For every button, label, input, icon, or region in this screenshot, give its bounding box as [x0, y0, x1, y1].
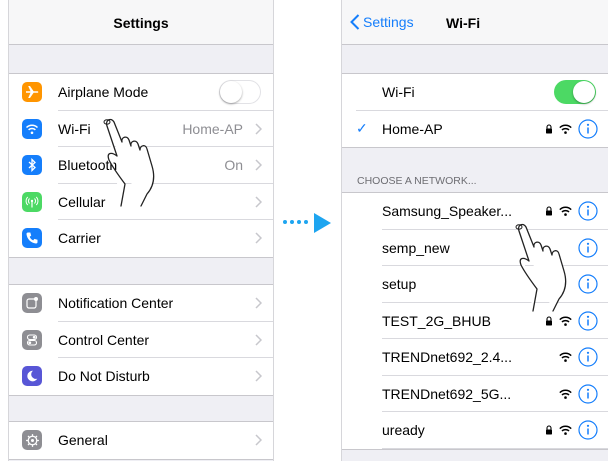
wifi-signal-icon [559, 124, 572, 134]
settings-group-general: General [9, 421, 273, 460]
info-button-icon[interactable] [578, 347, 598, 367]
chevron-right-icon [255, 334, 262, 346]
flow-arrow-dots [283, 220, 311, 224]
do-not-disturb-label: Do Not Disturb [58, 368, 150, 385]
chevron-left-icon [350, 14, 360, 30]
wifi-signal-icon [559, 316, 572, 326]
chevron-right-icon [255, 232, 262, 244]
bluetooth-label: Bluetooth [58, 157, 118, 174]
settings-screen: Settings Airplane Mode Wi-Fi Home-AP Blu… [8, 0, 274, 461]
network-row[interactable]: TEST_2G_BHUB [342, 303, 608, 339]
info-button-icon[interactable] [578, 274, 598, 294]
wifi-toggle[interactable] [554, 80, 596, 105]
chevron-right-icon [255, 434, 262, 446]
network-row[interactable]: TRENDnet692_5G... [342, 376, 608, 412]
chevron-right-icon [255, 159, 262, 171]
notification-center-icon [22, 293, 42, 314]
info-button-icon[interactable] [578, 420, 598, 440]
carrier-label: Carrier [58, 230, 101, 247]
section-header: CHOOSE A NETWORK... [357, 175, 477, 187]
settings-row-wifi[interactable]: Wi-Fi Home-AP [9, 111, 273, 147]
wifi-toggle-label: Wi-Fi [382, 84, 415, 101]
network-name: uready [382, 422, 425, 439]
general-label: General [58, 432, 108, 449]
network-row[interactable]: setup [342, 266, 608, 303]
lock-icon [546, 206, 552, 216]
control-center-icon [22, 329, 42, 350]
network-list: Samsung_Speaker... semp_new setup TEST_2… [342, 192, 608, 450]
wifi-toggle-row: Wi-Fi [342, 74, 608, 111]
settings-row-airplane-mode[interactable]: Airplane Mode [9, 74, 273, 111]
wifi-navbar: Settings Wi-Fi [342, 0, 608, 45]
wifi-label: Wi-Fi [58, 120, 91, 137]
settings-row-do-not-disturb[interactable]: Do Not Disturb [9, 358, 273, 395]
wifi-signal-icon [559, 389, 572, 399]
checkmark-icon: ✓ [356, 120, 368, 137]
settings-navbar: Settings [9, 0, 273, 45]
notification-center-label: Notification Center [58, 295, 174, 312]
cellular-icon [22, 191, 42, 212]
gear-icon [22, 430, 42, 451]
settings-group-centers: Notification Center Control Center Do No… [9, 284, 273, 396]
wifi-signal-icon [559, 352, 572, 363]
moon-icon [22, 366, 42, 387]
wifi-icon [22, 118, 42, 139]
chevron-right-icon [255, 370, 262, 382]
back-button[interactable]: Settings [350, 14, 414, 30]
info-button-icon[interactable] [578, 201, 598, 221]
wifi-signal-icon [559, 425, 572, 436]
network-name: TEST_2G_BHUB [382, 312, 491, 329]
connected-network-row[interactable]: ✓ Home-AP [342, 111, 608, 148]
network-row[interactable]: semp_new [342, 230, 608, 266]
chevron-right-icon [255, 297, 262, 309]
airplane-mode-toggle[interactable] [219, 80, 261, 105]
chevron-right-icon [255, 196, 262, 208]
network-row[interactable]: uready [342, 412, 608, 449]
settings-row-cellular[interactable]: Cellular [9, 184, 273, 220]
chevron-right-icon [255, 123, 262, 135]
bluetooth-icon [22, 155, 42, 176]
info-button-icon[interactable] [578, 119, 598, 139]
info-button-icon[interactable] [578, 238, 598, 258]
settings-row-control-center[interactable]: Control Center [9, 322, 273, 358]
settings-row-general[interactable]: General [9, 422, 273, 459]
network-row[interactable]: Samsung_Speaker... [342, 193, 608, 230]
settings-row-carrier[interactable]: Carrier [9, 220, 273, 257]
phone-icon [22, 228, 42, 249]
lock-icon [546, 124, 552, 134]
control-center-label: Control Center [58, 331, 150, 348]
network-name: TRENDnet692_5G... [382, 385, 512, 402]
page-title: Settings [113, 15, 169, 31]
wifi-value: Home-AP [182, 120, 243, 137]
info-button-icon[interactable] [578, 384, 598, 404]
wifi-screen: Settings Wi-Fi Wi-Fi ✓ Home-AP CHOOSE A … [341, 0, 608, 461]
network-name: TRENDnet692_2.4... [382, 349, 512, 366]
network-name: Samsung_Speaker... [382, 203, 512, 220]
settings-row-notification-center[interactable]: Notification Center [9, 285, 273, 322]
network-name: setup [382, 276, 417, 293]
bluetooth-value: On [224, 157, 243, 174]
back-button-label: Settings [363, 14, 414, 30]
network-row[interactable]: TRENDnet692_2.4... [342, 339, 608, 376]
arrow-right-icon [314, 213, 331, 233]
airplane-mode-label: Airplane Mode [58, 84, 149, 101]
airplane-icon [22, 82, 42, 103]
cellular-label: Cellular [58, 193, 106, 210]
lock-icon [546, 425, 552, 435]
wifi-status-group: Wi-Fi ✓ Home-AP [342, 73, 608, 148]
settings-row-bluetooth[interactable]: Bluetooth On [9, 147, 273, 184]
wifi-signal-icon [559, 206, 572, 217]
info-button-icon[interactable] [578, 311, 598, 331]
page-title: Wi-Fi [446, 15, 481, 31]
lock-icon [546, 316, 552, 326]
network-name: semp_new [382, 239, 450, 256]
connected-network-name: Home-AP [382, 120, 443, 137]
settings-group-connectivity: Airplane Mode Wi-Fi Home-AP Bluetooth On [9, 73, 273, 258]
